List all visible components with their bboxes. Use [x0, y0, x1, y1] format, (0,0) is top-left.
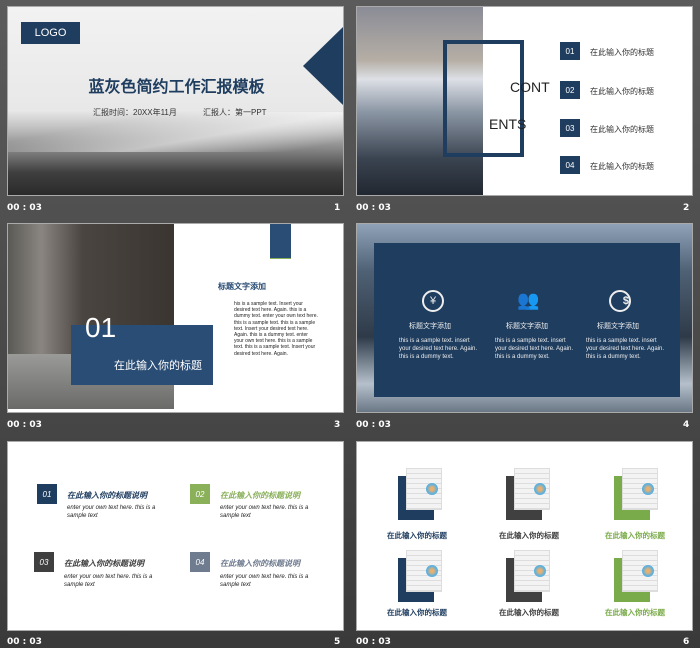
item-text-2: enter your own text here. this is a samp… — [220, 505, 309, 519]
item-title-1: 在此输入你的标题说明 — [67, 491, 147, 500]
content-panel — [374, 243, 680, 397]
toc-number-3: 03 — [560, 119, 580, 137]
slide-5-timing: 00 : 03 — [7, 637, 42, 647]
team-icon: 👥 — [517, 290, 540, 310]
item-number-1: 01 — [37, 484, 57, 504]
card-title-6: 在此输入你的标题 — [605, 608, 665, 617]
slide-thumbnail-6[interactable]: 在此输入你的标题 在此输入你的标题 在此输入你的标题 在此输入你的标题 在此输入… — [356, 441, 693, 631]
toc-number-4: 04 — [560, 156, 580, 174]
clock-dollar-icon: $ — [609, 290, 631, 312]
slide-2-timing: 00 : 03 — [356, 203, 391, 213]
item-text-1: enter your own text here. this is a samp… — [67, 505, 156, 519]
card-title-4: 在此输入你的标题 — [387, 608, 447, 617]
slide-thumbnail-1[interactable]: LOGO 蓝灰色简约工作汇报模板 汇报时间：20XX年11月 汇报人：第一PPT — [7, 6, 344, 196]
toc-item-2: 在此输入你的标题 — [590, 87, 654, 96]
office-image — [406, 468, 442, 510]
section-number: 01 — [85, 312, 117, 343]
slide-4-number: 4 — [683, 420, 690, 430]
card-title-5: 在此输入你的标题 — [499, 608, 559, 617]
item-text-3: enter your own text here. this is a samp… — [64, 574, 153, 588]
slide-thumbnail-4[interactable]: ¥ 👥 $ 标题文字添加 标题文字添加 标题文字添加 this is a sam… — [356, 223, 693, 413]
item-number-2: 02 — [190, 484, 210, 504]
slide-1-timing: 00 : 03 — [7, 203, 42, 213]
section-body: his is a sample text. Insert your desire… — [234, 301, 318, 357]
item-title-4: 在此输入你的标题说明 — [220, 559, 300, 568]
slide-6-number: 6 — [683, 637, 690, 647]
card-title-1: 在此输入你的标题 — [387, 531, 447, 540]
contents-word-1: CONT — [510, 79, 550, 95]
column-text-3: this is a sample text. insert your desir… — [586, 338, 665, 360]
report-date: 汇报时间：20XX年11月 — [93, 108, 177, 117]
column-text-2: this is a sample text. insert your desir… — [495, 338, 574, 360]
slide-3-timing: 00 : 03 — [7, 420, 42, 430]
item-title-2: 在此输入你的标题说明 — [220, 491, 300, 500]
toc-number-1: 01 — [560, 42, 580, 60]
toc-item-1: 在此输入你的标题 — [590, 48, 654, 57]
office-image — [406, 550, 442, 592]
column-title-1: 标题文字添加 — [409, 323, 451, 330]
column-title-2: 标题文字添加 — [506, 323, 548, 330]
slide-thumbnail-2[interactable]: CONT ENTS 01 在此输入你的标题 02 在此输入你的标题 03 在此输… — [356, 6, 693, 196]
tab-decoration — [270, 224, 291, 259]
slide-1-number: 1 — [334, 203, 341, 213]
item-text-4: enter your own text here. this is a samp… — [220, 574, 309, 588]
section-title: 在此输入你的标题 — [114, 360, 202, 372]
slide-5-number: 5 — [334, 637, 341, 647]
office-image — [622, 550, 658, 592]
section-heading: 标题文字添加 — [218, 282, 266, 291]
toc-number-2: 02 — [560, 81, 580, 99]
office-image — [514, 468, 550, 510]
card-title-3: 在此输入你的标题 — [605, 531, 665, 540]
slide-thumbnail-3[interactable]: 01 在此输入你的标题 标题文字添加 his is a sample text.… — [7, 223, 344, 413]
slide-4-timing: 00 : 03 — [356, 420, 391, 430]
slide-3-number: 3 — [334, 420, 341, 430]
card-title-2: 在此输入你的标题 — [499, 531, 559, 540]
slide-6-timing: 00 : 03 — [356, 637, 391, 647]
contents-word-2: ENTS — [489, 116, 527, 132]
reporter: 汇报人：第一PPT — [203, 108, 267, 117]
column-title-3: 标题文字添加 — [597, 323, 639, 330]
item-number-3: 03 — [34, 552, 54, 572]
office-image — [514, 550, 550, 592]
yen-coin-icon: ¥ — [422, 290, 444, 312]
logo-box: LOGO — [21, 22, 80, 44]
slide-thumbnail-5[interactable]: 01 在此输入你的标题说明 enter your own text here. … — [7, 441, 344, 631]
toc-item-3: 在此输入你的标题 — [590, 125, 654, 134]
snow-highlight — [8, 112, 343, 152]
office-image — [622, 468, 658, 510]
toc-item-4: 在此输入你的标题 — [590, 162, 654, 171]
item-title-3: 在此输入你的标题说明 — [64, 559, 144, 568]
slide-title: 蓝灰色简约工作汇报模板 — [88, 79, 265, 96]
item-number-4: 04 — [190, 552, 210, 572]
slide-2-number: 2 — [683, 203, 690, 213]
contents-frame — [443, 40, 524, 157]
column-text-1: this is a sample text. insert your desir… — [399, 338, 478, 360]
